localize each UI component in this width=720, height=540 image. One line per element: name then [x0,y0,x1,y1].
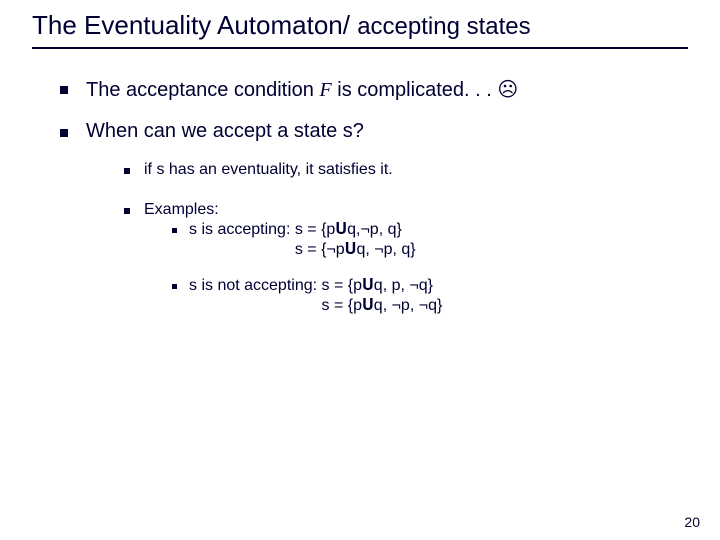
text-pre: The acceptance condition [86,79,320,101]
example-s1: s = {p𝐔q,¬p, q} [295,221,402,238]
subbullet-eventuality: if s has an eventuality, it satisfies it… [124,161,688,179]
bullet-icon [172,284,177,289]
example-accepting-cont: s is accepting: s = {¬p𝐔q, ¬p, q} [189,241,688,259]
slide-title: The Eventuality Automaton/ accepting sta… [32,10,688,49]
slide: The Eventuality Automaton/ accepting sta… [0,0,720,315]
example-s1: s = {p𝐔q, p, ¬q} [322,277,433,294]
example-not-accepting: s is not accepting: s = {p𝐔q, p, ¬q} [172,277,688,295]
example-s2: s = {¬p𝐔q, ¬p, q} [295,241,416,258]
bullet-text: The acceptance condition F is complicate… [86,77,518,102]
subbullet-examples: Examples: [124,201,688,219]
example-lead: s is not accepting: [189,277,322,294]
example-not-accepting-cont: s is not accepting: s = {p𝐔q, ¬p, ¬q} [189,297,688,315]
bullet-when-accept: When can we accept a state s? [60,120,688,143]
example-text: s is accepting: s = {p𝐔q,¬p, q} [189,221,402,239]
page-number: 20 [684,514,700,530]
bullet-icon [60,86,68,94]
examples-label: Examples: [144,201,219,219]
frown-icon: ☹ [497,79,518,101]
bullet-acceptance-condition: The acceptance condition F is complicate… [60,77,688,102]
script-f-symbol: F [320,79,332,101]
bullet-icon [172,228,177,233]
example-s2: s = {p𝐔q, ¬p, ¬q} [322,297,443,314]
bullet-icon [124,168,130,174]
title-part1: The Eventuality Automaton/ [32,10,357,40]
example-accepting: s is accepting: s = {p𝐔q,¬p, q} [172,221,688,239]
bullet-icon [124,208,130,214]
example-lead: s is accepting: [189,221,295,238]
bullet-text: When can we accept a state s? [86,120,364,143]
title-part2: accepting states [357,13,530,40]
bullet-icon [60,129,68,137]
text-post: is complicated. . . [332,79,498,101]
subbullet-text: if s has an eventuality, it satisfies it… [144,161,393,179]
example-text: s is not accepting: s = {p𝐔q, p, ¬q} [189,277,433,295]
